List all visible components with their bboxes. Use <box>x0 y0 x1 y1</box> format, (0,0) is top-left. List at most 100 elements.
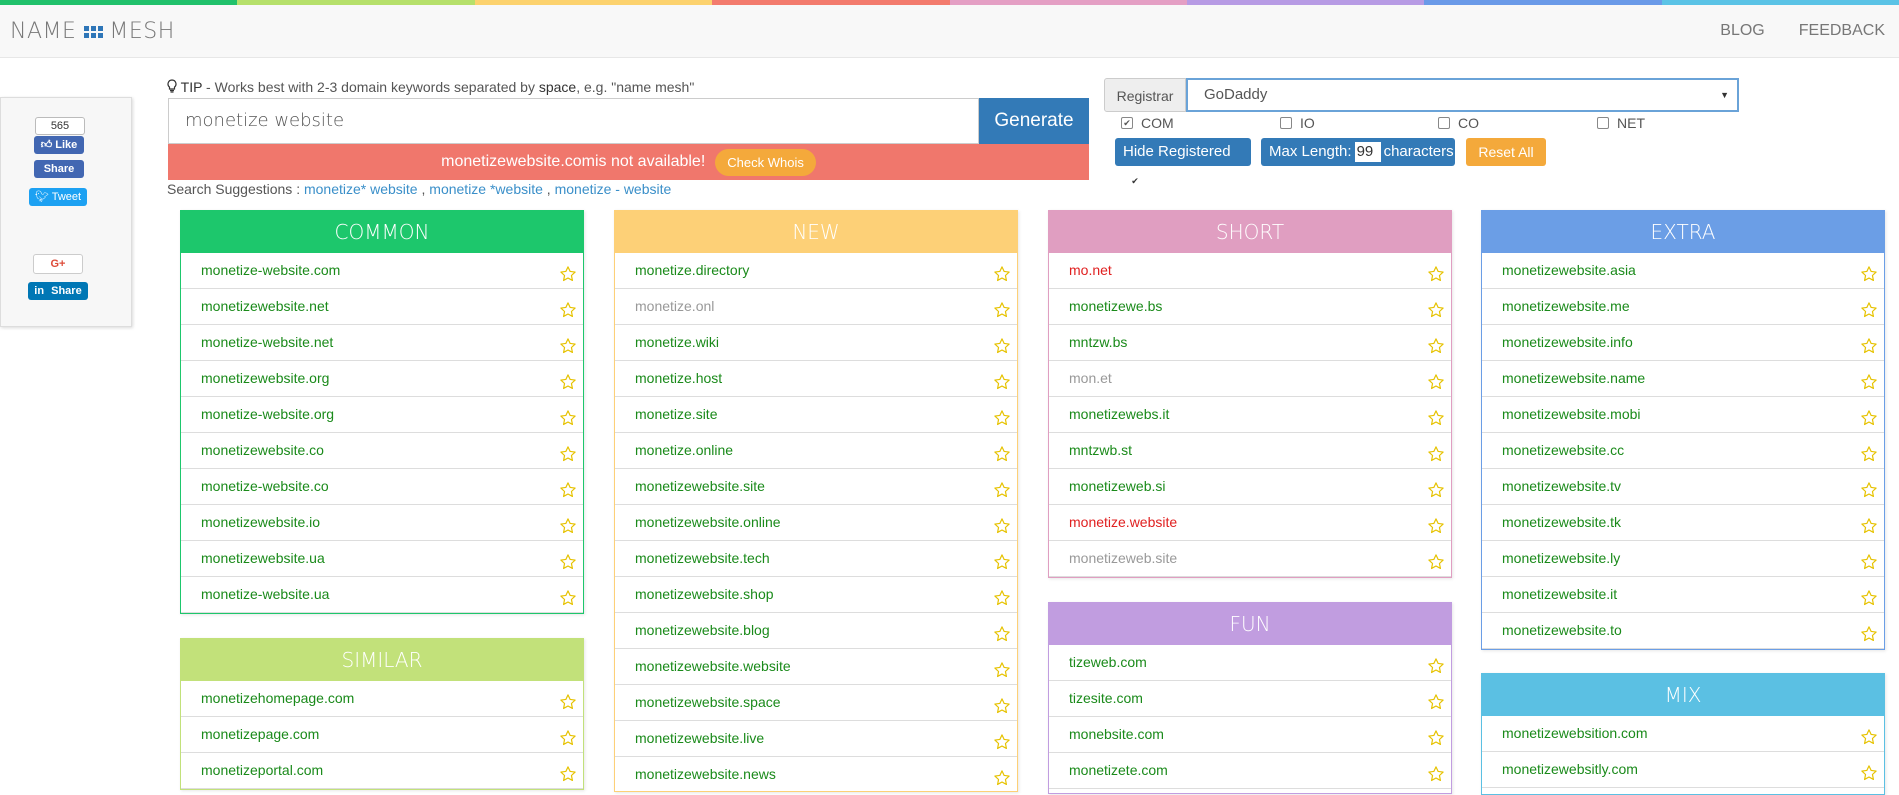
star-icon[interactable] <box>1427 297 1445 318</box>
domain-link[interactable]: monetizewebsition.com <box>1502 725 1648 741</box>
star-icon[interactable] <box>993 261 1011 282</box>
tld-co[interactable]: CO <box>1438 115 1479 131</box>
star-icon[interactable] <box>559 441 577 462</box>
domain-row[interactable]: monetize-website.net <box>181 325 583 361</box>
star-icon[interactable] <box>559 761 577 782</box>
domain-row[interactable]: mntzw.bs <box>1049 325 1451 361</box>
domain-link[interactable]: monetizewebsite.it <box>1502 586 1617 602</box>
domain-link[interactable]: monetizewebsite.org <box>201 370 329 386</box>
domain-link[interactable]: monetizewebsite.me <box>1502 298 1630 314</box>
star-icon[interactable] <box>993 621 1011 642</box>
domain-search-input[interactable]: monetize website <box>168 98 979 144</box>
tweet-button[interactable]: 🐦︎ Tweet <box>29 188 87 206</box>
domain-link[interactable]: monebsite.com <box>1069 726 1164 742</box>
domain-link[interactable]: monetizewebsite.blog <box>635 622 770 638</box>
domain-row[interactable]: monetize-website.org <box>181 397 583 433</box>
domain-link[interactable]: monetizewebsite.tv <box>1502 478 1621 494</box>
domain-link[interactable]: mntzw.bs <box>1069 334 1127 350</box>
domain-row[interactable]: tizesite.com <box>1049 681 1451 717</box>
star-icon[interactable] <box>1860 549 1878 570</box>
max-length-input[interactable]: 99 <box>1354 142 1381 163</box>
checkbox-icon[interactable] <box>1597 117 1609 129</box>
domain-link[interactable]: monetizewebsite.news <box>635 766 776 782</box>
star-icon[interactable] <box>1427 405 1445 426</box>
domain-row[interactable]: monetizewebsite.net <box>181 289 583 325</box>
domain-link[interactable]: mo.net <box>1069 262 1112 278</box>
tld-net[interactable]: NET <box>1597 115 1645 131</box>
tld-com[interactable]: ✔ COM <box>1121 115 1174 131</box>
domain-row[interactable]: monetizewebsite.to <box>1482 613 1884 649</box>
domain-link[interactable]: mntzwb.st <box>1069 442 1132 458</box>
domain-link[interactable]: monetizewebsite.name <box>1502 370 1645 386</box>
domain-link[interactable]: monetizewebsite.cc <box>1502 442 1624 458</box>
domain-row[interactable]: monetize.onl <box>615 289 1017 325</box>
domain-link[interactable]: monetizewebsite.io <box>201 514 320 530</box>
domain-row[interactable]: monetizewebsite.me <box>1482 289 1884 325</box>
domain-link[interactable]: monetizehomepage.com <box>201 690 354 706</box>
star-icon[interactable] <box>1860 477 1878 498</box>
domain-link[interactable]: monetizewebsite.mobi <box>1502 406 1641 422</box>
domain-link[interactable]: monetizeweb.si <box>1069 478 1166 494</box>
star-icon[interactable] <box>1427 549 1445 570</box>
domain-row[interactable]: monetize.online <box>615 433 1017 469</box>
star-icon[interactable] <box>559 585 577 606</box>
domain-link[interactable]: monetizete.com <box>1069 762 1168 778</box>
domain-link[interactable]: monetize.directory <box>635 262 749 278</box>
domain-link[interactable]: monetizewebsite.to <box>1502 622 1622 638</box>
star-icon[interactable] <box>559 261 577 282</box>
checkbox-icon[interactable] <box>1438 117 1450 129</box>
checkbox-icon[interactable]: ✔ <box>1129 175 1141 187</box>
domain-link[interactable]: monetize-website.com <box>201 262 340 278</box>
domain-row[interactable]: monetizewebsite.news <box>615 757 1017 791</box>
domain-row[interactable]: monetize-website.com <box>181 253 583 289</box>
domain-row[interactable]: tizeweb.com <box>1049 645 1451 681</box>
domain-link[interactable]: monetizewebsitly.com <box>1502 761 1638 777</box>
domain-link[interactable]: monetize-website.net <box>201 334 333 350</box>
generate-button[interactable]: Generate <box>979 98 1089 144</box>
domain-link[interactable]: monetizewebsite.net <box>201 298 329 314</box>
reset-all-button[interactable]: Reset All <box>1466 138 1546 166</box>
star-icon[interactable] <box>1860 369 1878 390</box>
star-icon[interactable] <box>559 549 577 570</box>
domain-link[interactable]: monetizepage.com <box>201 726 319 742</box>
star-icon[interactable] <box>559 477 577 498</box>
star-icon[interactable] <box>993 369 1011 390</box>
domain-link[interactable]: monetizewebs.it <box>1069 406 1169 422</box>
domain-link[interactable]: tizesite.com <box>1069 690 1143 706</box>
star-icon[interactable] <box>1860 513 1878 534</box>
star-icon[interactable] <box>993 441 1011 462</box>
star-icon[interactable] <box>1860 760 1878 781</box>
domain-row[interactable]: monetizewe.bs <box>1049 289 1451 325</box>
domain-row[interactable]: monetizewebsite.site <box>615 469 1017 505</box>
domain-row[interactable]: monetizewebsite.online <box>615 505 1017 541</box>
domain-link[interactable]: monetizewebsite.co <box>201 442 324 458</box>
star-icon[interactable] <box>559 333 577 354</box>
domain-link[interactable]: monetize-website.ua <box>201 586 329 602</box>
star-icon[interactable] <box>1427 653 1445 674</box>
domain-row[interactable]: monetizewebsite.ua <box>181 541 583 577</box>
domain-link[interactable]: monetizewebsite.info <box>1502 334 1633 350</box>
domain-link[interactable]: monetizewebsite.tk <box>1502 514 1621 530</box>
domain-row[interactable]: monetizehomepage.com <box>181 681 583 717</box>
star-icon[interactable] <box>1860 441 1878 462</box>
domain-row[interactable]: monetizewebsite.asia <box>1482 253 1884 289</box>
domain-row[interactable]: monetizewebsite.tv <box>1482 469 1884 505</box>
domain-link[interactable]: monetizewebsite.site <box>635 478 765 494</box>
domain-link[interactable]: monetize.onl <box>635 298 714 314</box>
domain-row[interactable]: monetize-website.co <box>181 469 583 505</box>
domain-row[interactable]: monetizepage.com <box>181 717 583 753</box>
domain-row[interactable]: monetizewebsite.name <box>1482 361 1884 397</box>
star-icon[interactable] <box>1427 261 1445 282</box>
registrar-select[interactable]: GoDaddy ▼ <box>1186 78 1739 112</box>
star-icon[interactable] <box>559 689 577 710</box>
domain-link[interactable]: monetizewebsite.asia <box>1502 262 1636 278</box>
star-icon[interactable] <box>1427 333 1445 354</box>
star-icon[interactable] <box>1860 261 1878 282</box>
star-icon[interactable] <box>1860 297 1878 318</box>
domain-link[interactable]: monetizewebsite.space <box>635 694 781 710</box>
star-icon[interactable] <box>993 585 1011 606</box>
star-icon[interactable] <box>1860 585 1878 606</box>
domain-link[interactable]: monetizewebsite.tech <box>635 550 770 566</box>
domain-row[interactable]: monetizewebsite.website <box>615 649 1017 685</box>
suggestion-link-1[interactable]: monetize* website <box>304 181 418 197</box>
